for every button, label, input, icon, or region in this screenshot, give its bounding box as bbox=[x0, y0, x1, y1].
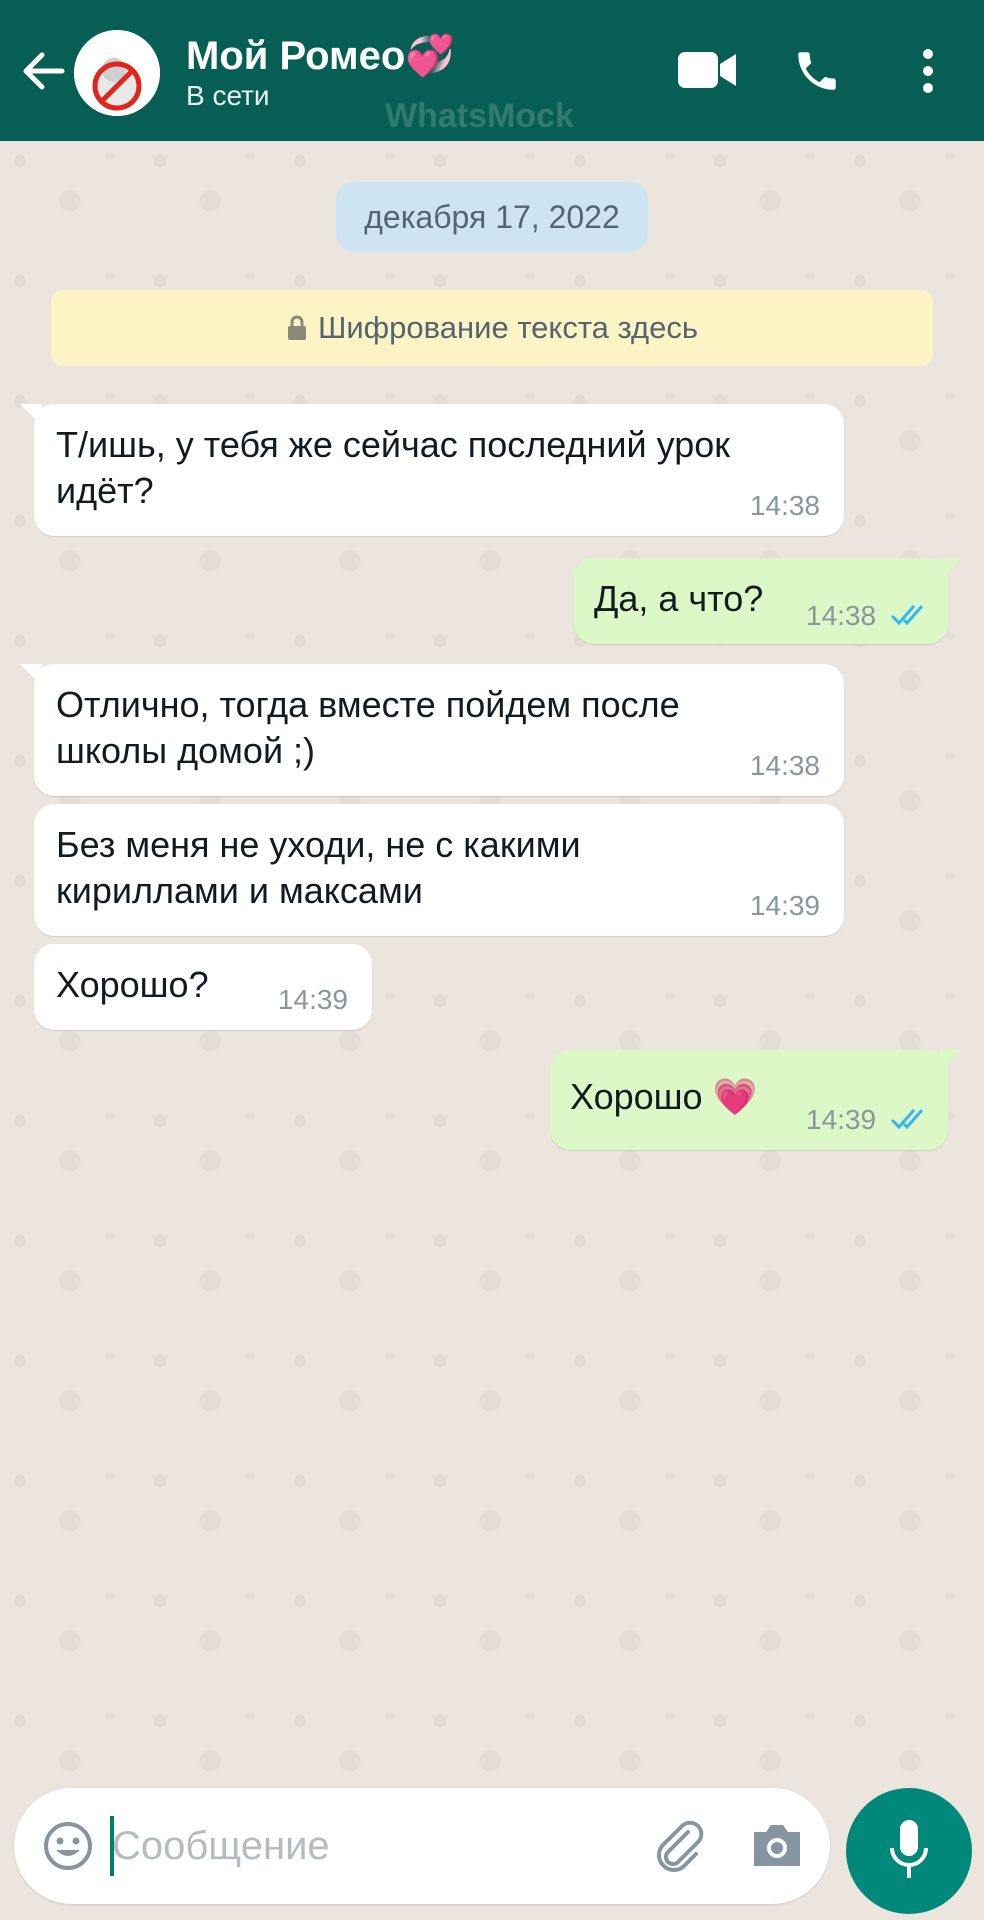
more-vert-icon[interactable] bbox=[918, 48, 938, 99]
message-time: 14:39 bbox=[749, 890, 820, 921]
message-bubble-outgoing[interactable]: Да, а что? 14:38 bbox=[574, 558, 962, 644]
message-time: 14:39 bbox=[806, 1104, 877, 1135]
message-text: Хорошо 💗 bbox=[570, 1076, 758, 1117]
mic-button[interactable] bbox=[846, 1788, 972, 1914]
watermark: WhatsMock bbox=[385, 97, 574, 135]
message-input[interactable]: Сообщение bbox=[112, 1824, 330, 1869]
message-bubble-outgoing[interactable]: Хорошо 💗 14:39 bbox=[550, 1050, 962, 1150]
mic-icon bbox=[890, 1820, 928, 1878]
double-check-icon bbox=[890, 1109, 924, 1130]
message-time: 14:39 bbox=[277, 984, 348, 1015]
camera-icon[interactable] bbox=[750, 1820, 804, 1875]
message-bubble-incoming[interactable]: Хорошо? 14:39 bbox=[34, 944, 372, 1030]
message-text: Да, а что? bbox=[594, 578, 764, 619]
back-arrow-icon[interactable] bbox=[18, 48, 68, 94]
emoji-icon[interactable] bbox=[42, 1820, 94, 1877]
chat-header: Мой Ромео💞 В сети WhatsMock bbox=[0, 0, 984, 141]
message-text: Хорошо? bbox=[56, 964, 209, 1005]
message-time: 14:38 bbox=[749, 750, 820, 781]
attach-icon[interactable] bbox=[650, 1816, 710, 1881]
avatar[interactable] bbox=[74, 30, 160, 116]
message-time: 14:38 bbox=[749, 490, 820, 521]
message-bubble-incoming[interactable]: Отлично, тогда вместе пойдем после школы… bbox=[20, 664, 844, 796]
phone-icon[interactable] bbox=[792, 46, 842, 101]
encryption-notice[interactable]: Шифрование текста здесь bbox=[51, 290, 933, 366]
encryption-text: Шифрование текста здесь bbox=[317, 310, 699, 345]
lock-icon bbox=[287, 315, 306, 340]
video-call-icon[interactable] bbox=[676, 50, 738, 95]
contact-status: В сети bbox=[186, 80, 270, 111]
message-text: Отлично, тогда вместе пойдем после школы… bbox=[56, 684, 680, 771]
message-bubble-incoming[interactable]: Без меня не уходи, не с какими кириллами… bbox=[34, 804, 844, 936]
date-chip: декабря 17, 2022 bbox=[336, 182, 648, 252]
message-text: Без меня не уходи, не с какими кириллами… bbox=[56, 824, 581, 911]
message-text: Т/ишь, у тебя же сейчас последний урок и… bbox=[56, 424, 731, 511]
message-time: 14:38 bbox=[806, 600, 877, 631]
message-input-bar: Сообщение bbox=[14, 1788, 830, 1904]
message-bubble-incoming[interactable]: Т/ишь, у тебя же сейчас последний урок и… bbox=[20, 404, 844, 536]
double-check-icon bbox=[890, 605, 924, 626]
contact-name[interactable]: Мой Ромео💞 bbox=[186, 32, 455, 79]
